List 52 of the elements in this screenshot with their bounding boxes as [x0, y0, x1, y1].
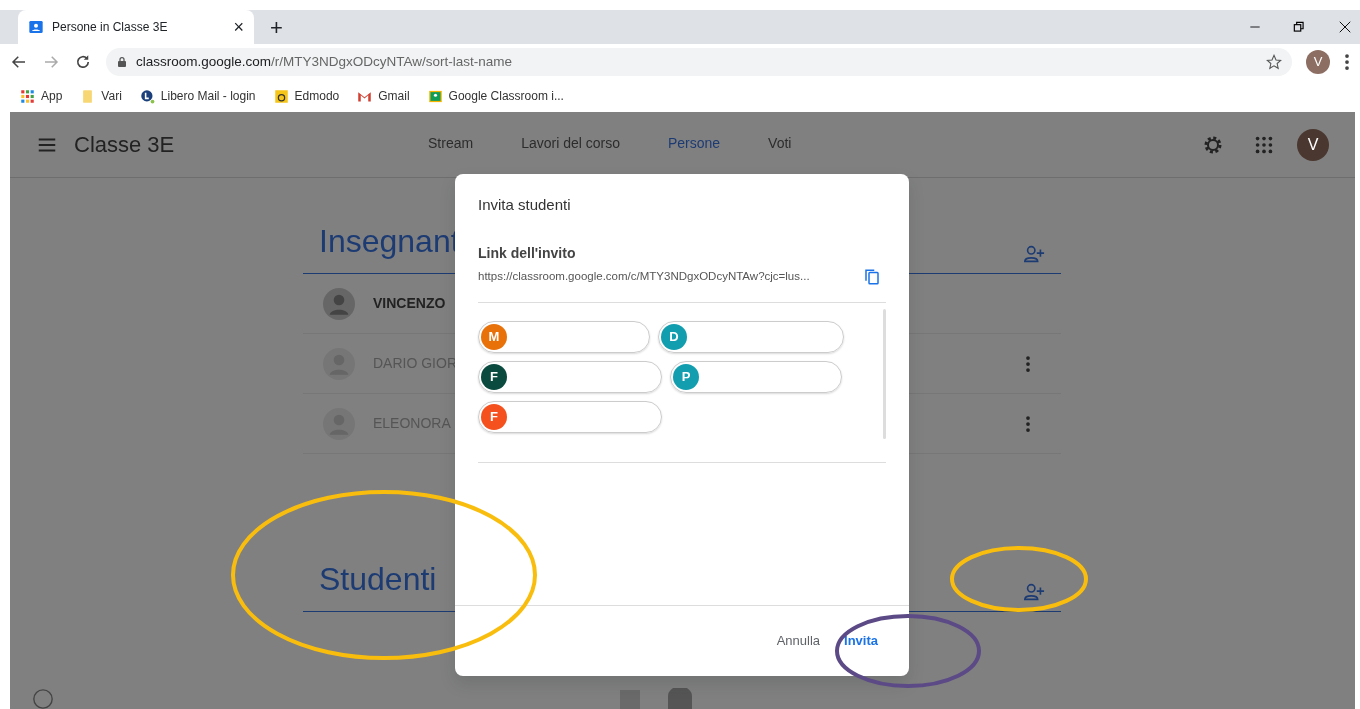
- bookmark[interactable]: Google Classroom i...: [427, 87, 564, 105]
- student-avatar: M: [481, 323, 507, 350]
- restore-icon[interactable]: [1292, 20, 1306, 34]
- forward-icon[interactable]: [42, 53, 60, 71]
- cancel-button[interactable]: Annulla: [768, 625, 829, 657]
- student-avatar: F: [481, 363, 507, 390]
- site-logo-icon: [273, 88, 289, 104]
- person-icon: [323, 347, 355, 380]
- apps-grid-icon: [20, 88, 35, 104]
- student-avatar: P: [673, 363, 699, 390]
- close-icon[interactable]: [1338, 20, 1352, 34]
- scrollbar-thumb[interactable]: [883, 308, 886, 439]
- copy-icon[interactable]: [863, 267, 881, 286]
- teacher-name: VINCENZO: [373, 294, 446, 313]
- nav-tab[interactable]: Voti: [744, 112, 816, 178]
- new-tab-button[interactable]: +: [270, 10, 283, 44]
- person-icon: [323, 407, 355, 440]
- tab-close-button[interactable]: ×: [233, 18, 244, 36]
- invite-button[interactable]: Invita: [836, 625, 886, 657]
- bookmark[interactable]: Libero Mail - login: [139, 87, 256, 105]
- reload-icon[interactable]: [74, 53, 92, 71]
- classroom-icon: [28, 19, 44, 35]
- address-bar[interactable]: classroom.google.com/r/MTY3NDgxODcyNTAw/sort-last-name: [106, 48, 1292, 76]
- bookmark[interactable]: App: [20, 87, 63, 105]
- more-icon[interactable]: [1344, 53, 1350, 71]
- url-text: classroom.google.com/r/MTY3NDgxODcyNTAw/sort-last-name: [136, 52, 514, 71]
- site-logo-icon: [139, 88, 155, 104]
- student-avatar: D: [661, 323, 687, 350]
- nav-tab[interactable]: Lavori del corso: [497, 112, 644, 178]
- person-icon: [323, 287, 355, 320]
- section-title: Studenti: [319, 560, 437, 599]
- profile-avatar[interactable]: V: [1306, 50, 1330, 74]
- section-title: Insegnant: [319, 222, 460, 261]
- classroom-icon: [427, 88, 443, 104]
- more-options-icon[interactable]: [1025, 354, 1031, 373]
- help-icon[interactable]: [32, 688, 54, 709]
- add-person-icon[interactable]: [1023, 581, 1045, 603]
- bookmark[interactable]: Vari: [80, 87, 122, 105]
- back-icon[interactable]: [10, 53, 28, 71]
- bookmark[interactable]: Edmodo: [273, 87, 340, 105]
- lock-icon: [116, 56, 128, 68]
- more-options-icon[interactable]: [1025, 414, 1031, 433]
- add-person-icon[interactable]: [1023, 243, 1045, 265]
- browser-tab-title[interactable]: Persone in Classe 3E: [52, 18, 226, 36]
- star-icon[interactable]: [1266, 54, 1282, 70]
- link-label: Link dell'invito: [478, 243, 577, 263]
- dialog-title: Invita studenti: [478, 195, 572, 215]
- student-avatar: F: [481, 403, 507, 430]
- account-avatar[interactable]: V: [1297, 128, 1329, 161]
- class-title: Classe 3E: [74, 131, 176, 159]
- bookmark[interactable]: Gmail: [357, 87, 410, 105]
- nav-tab[interactable]: Stream: [404, 112, 498, 178]
